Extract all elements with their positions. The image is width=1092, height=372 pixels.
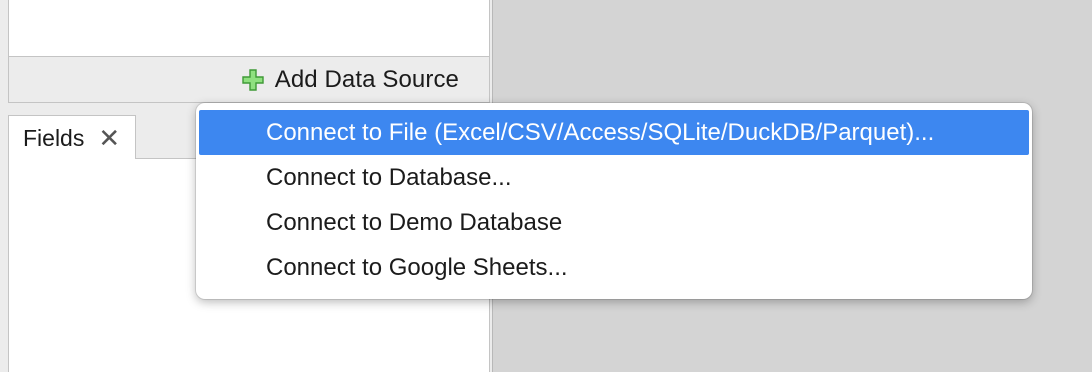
app-window: Add Data Source Fields ✕ Connect to File… <box>0 0 1092 372</box>
menu-item-connect-to-demo-database[interactable]: Connect to Demo Database <box>199 200 1029 245</box>
menu-item-label: Connect to Google Sheets... <box>266 253 568 281</box>
tab-fields-label: Fields <box>23 124 85 151</box>
data-sources-list[interactable] <box>8 0 490 57</box>
menu-item-label: Connect to Demo Database <box>266 208 563 236</box>
menu-item-connect-to-database[interactable]: Connect to Database... <box>199 155 1029 200</box>
add-data-source-button[interactable]: Add Data Source <box>242 65 459 95</box>
tab-fields[interactable]: Fields ✕ <box>8 115 136 160</box>
add-data-source-label: Add Data Source <box>274 66 459 93</box>
plus-icon <box>242 69 264 91</box>
add-data-source-menu: Connect to File (Excel/CSV/Access/SQLite… <box>196 103 1032 299</box>
menu-item-connect-to-google-sheets[interactable]: Connect to Google Sheets... <box>199 245 1029 290</box>
menu-item-connect-to-file[interactable]: Connect to File (Excel/CSV/Access/SQLite… <box>199 110 1029 155</box>
menu-item-label: Connect to File (Excel/CSV/Access/SQLite… <box>266 118 935 146</box>
menu-item-label: Connect to Database... <box>266 163 512 191</box>
close-icon[interactable]: ✕ <box>98 125 120 151</box>
add-source-bar: Add Data Source <box>8 57 490 103</box>
